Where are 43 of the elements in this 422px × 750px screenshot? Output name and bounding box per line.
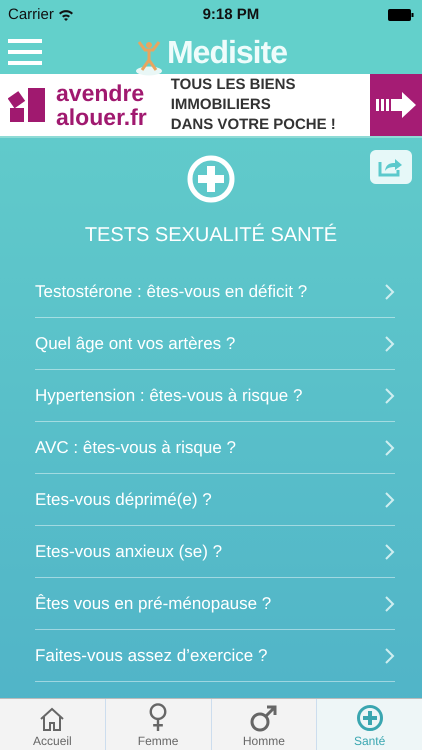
- chevron-right-icon: [385, 336, 395, 352]
- test-list-item[interactable]: Hypertension : êtes-vous à risque ?: [35, 370, 395, 422]
- wifi-icon: [58, 9, 74, 21]
- test-list-item[interactable]: Êtes vous en pré-ménopause ?: [35, 578, 395, 630]
- test-list-item[interactable]: AVC : êtes-vous à risque ?: [35, 422, 395, 474]
- chevron-right-icon: [385, 388, 395, 404]
- ad-text: IMMOBILIERS: [170, 95, 272, 115]
- ad-brand: alouer.fr: [56, 105, 147, 129]
- house-blocks-icon: [8, 86, 48, 124]
- chevron-right-icon: [385, 544, 395, 560]
- logo-figure-icon: [134, 40, 163, 76]
- chevron-right-icon: [385, 492, 395, 508]
- ad-brand: avendre: [56, 81, 146, 105]
- tab-bar-item[interactable]: Accueil: [0, 699, 105, 750]
- home-icon: [39, 706, 66, 732]
- male-icon: [250, 704, 278, 732]
- share-button[interactable]: [370, 150, 412, 184]
- plus-circle-icon: [356, 704, 384, 732]
- ad-text: TOUS LES BIENS: [170, 75, 297, 95]
- ad-text: DANS VOTRE POCHE !: [170, 115, 337, 135]
- female-icon: [147, 703, 170, 732]
- menu-button[interactable]: [8, 39, 42, 65]
- chevron-right-icon: [385, 596, 395, 612]
- battery-icon: [388, 9, 414, 21]
- test-list-item[interactable]: Testostérone : êtes-vous en déficit ?: [35, 266, 395, 318]
- chevron-right-icon: [385, 284, 395, 300]
- share-icon: [378, 156, 404, 177]
- test-list-item[interactable]: Etes-vous anxieux (se) ?: [35, 526, 395, 578]
- plus-circle-icon: [186, 154, 236, 204]
- chevron-right-icon: [385, 440, 395, 456]
- arrow-right-icon: [376, 92, 416, 118]
- menu-icon: [8, 39, 42, 65]
- test-list-item[interactable]: Etes-vous déprimé(e) ?: [35, 474, 395, 526]
- ad-banner[interactable]: avendre alouer.fr TOUS LES BIENS IMMOBILIERS DANS VOTRE POCHE !: [0, 74, 422, 138]
- tab-bar-item[interactable]: Femme: [104, 699, 210, 750]
- chevron-right-icon: [385, 648, 395, 664]
- carrier-name: Carrier: [8, 4, 54, 25]
- tab-bar-item[interactable]: Santé: [316, 699, 422, 750]
- status-time: 9:18 PM: [202, 4, 260, 25]
- app-logo: Medisite: [166, 33, 288, 72]
- section-title: TESTS SEXUALITÉ SANTÉ: [84, 222, 338, 248]
- test-list-item[interactable]: Faites-vous assez d’exercice ?: [35, 630, 395, 682]
- test-list-item[interactable]: Quel âge ont vos artères ?: [35, 318, 395, 370]
